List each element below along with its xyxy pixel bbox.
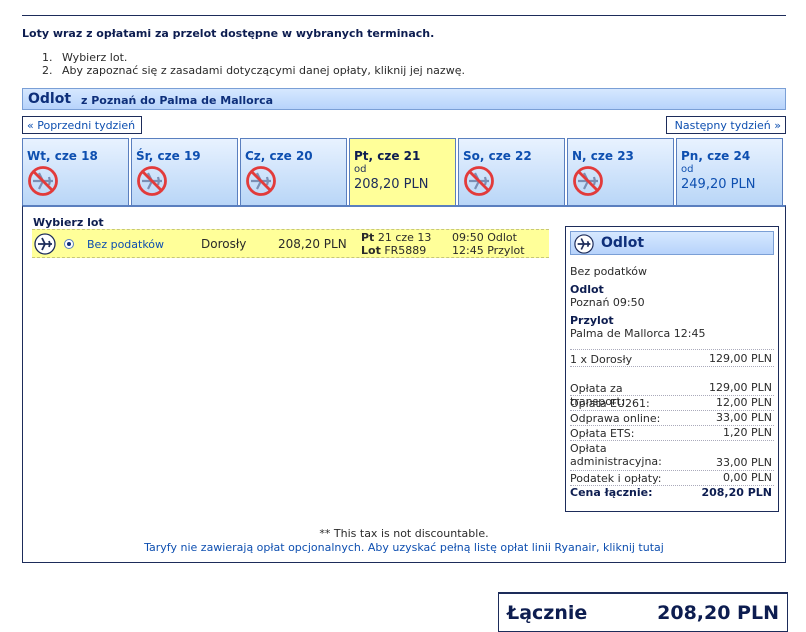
summary-total: Cena łącznie: 208,20 PLN [570,486,772,499]
no-flight-icon [573,166,603,196]
summary-divider [570,349,774,350]
price-from-label: od [681,164,694,175]
section-route: z Poznań do Palma de Mallorca [81,94,274,107]
plane-icon [574,234,594,254]
choose-flight-label: Wybierz lot [33,216,104,229]
flight-price: 208,20 PLN [278,237,347,251]
day-tab[interactable]: Śr, cze 19 [131,138,238,205]
no-flight-icon [28,166,58,196]
day-tab[interactable]: Pn, cze 24 od 249,20 PLN [676,138,783,205]
plane-icon [34,233,56,255]
summary-title: Odlot [601,235,645,251]
day-label: Wt, cze 18 [27,149,98,163]
fares-info-link[interactable]: Taryfy nie zawierają opłat opcjonalnych.… [22,541,786,554]
previous-week-button[interactable]: « Poprzedni tydzień [22,116,142,134]
instruction-step: 1. Wybierz lot. [42,51,128,64]
day-tab[interactable]: Wt, cze 18 [22,138,129,205]
day-label: So, cze 22 [463,149,532,163]
no-flight-icon [464,166,494,196]
summary-header: Odlot [570,231,774,255]
day-label: Pt, cze 21 [354,149,421,163]
fee-row: Odprawa online: 33,00 PLN [570,411,774,426]
day-tab[interactable]: N, cze 23 [567,138,674,205]
flight-row[interactable]: Bez podatków Dorosły 208,20 PLN Pt 21 cz… [32,229,549,258]
summary-fare: Bez podatków [570,265,648,278]
day-tab[interactable]: So, cze 22 [458,138,565,205]
day-label: Pn, cze 24 [681,149,751,163]
fee-row: Opłata za transport: 129,00 PLN [570,381,774,408]
flight-times: 09:50 Odlot 12:45 Przylot [452,231,525,257]
page-heading: Loty wraz z opłatami za przelot dostępne… [22,27,435,40]
no-flight-icon [246,166,276,196]
day-label: N, cze 23 [572,149,634,163]
flight-summary: Odlot Bez podatków Odlot Poznań 09:50 Pr… [565,226,779,512]
day-label: Cz, cze 20 [245,149,313,163]
grand-total-label: Łącznie [507,602,588,624]
fee-row: Opłata administracyjna: 33,00 PLN [570,442,774,471]
summary-departure-label: Odlot [570,283,604,296]
section-title: Odlot [28,91,72,107]
fee-row: Opłata ETS: 1,20 PLN [570,426,774,441]
summary-passenger-line: 1 x Dorosły 129,00 PLN [570,352,774,367]
passenger-type: Dorosły [201,237,247,251]
summary-arrival-label: Przylot [570,314,614,327]
top-divider [22,15,786,16]
instruction-step: 2. Aby zapoznać się z zasadami dotyczącym… [42,64,465,77]
grand-total: Łącznie 208,20 PLN [498,592,788,632]
fare-name-link[interactable]: Bez podatków [87,238,164,251]
flight-date-number: Pt 21 cze 13 Lot FR5889 [361,231,432,257]
fee-row: Podatek i opłaty: 0,00 PLN [570,471,774,486]
price-from-label: od [354,164,367,175]
day-tab[interactable]: Pt, cze 21 od 208,20 PLN [349,138,456,205]
day-tab[interactable]: Cz, cze 20 [240,138,347,205]
summary-arrival-value: Palma de Mallorca 12:45 [570,327,706,340]
summary-departure-value: Poznań 09:50 [570,296,645,309]
day-label: Śr, cze 19 [136,149,201,163]
day-price: 208,20 PLN [354,177,429,192]
day-price: 249,20 PLN [681,177,756,192]
section-header: Odlot z Poznań do Palma de Mallorca [22,88,786,110]
fee-row: Opłata EU261: 12,00 PLN [570,396,774,411]
no-flight-icon [137,166,167,196]
tax-note: ** This tax is not discountable. [319,527,489,540]
instructions-list: 1. Wybierz lot. 2. Aby zapoznać się z zasa… [42,51,465,77]
grand-total-value: 208,20 PLN [657,602,779,624]
flight-radio[interactable] [64,239,74,249]
next-week-button[interactable]: Następny tydzień » [666,116,786,134]
